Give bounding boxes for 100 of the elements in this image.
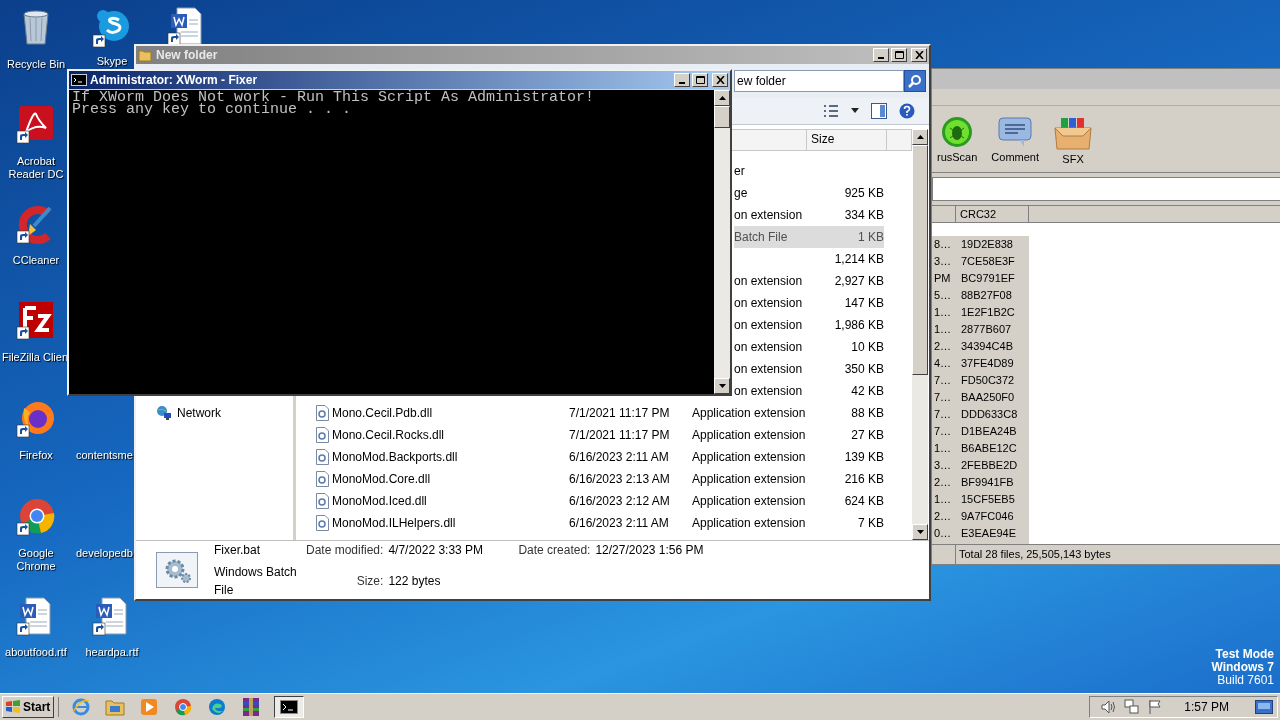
file-row[interactable]: Mono.Cecil.Rocks.dll 7/1/2021 11:17 PM Application extension 27 KB xyxy=(296,424,884,446)
file-row[interactable]: Mono.Cecil.Pdb.dll 7/1/2021 11:17 PM Application extension 88 KB xyxy=(296,402,884,424)
file-icon xyxy=(316,493,329,509)
minimize-button[interactable] xyxy=(873,48,889,62)
maximize-button[interactable] xyxy=(692,73,708,87)
file-row[interactable]: on extension 350 KB xyxy=(734,358,884,380)
table-cell-text: 7/1/2021 11:17 PM xyxy=(569,427,671,444)
table-cell: 7CE58E3F xyxy=(956,253,1029,270)
table-cell: 88B27F08 xyxy=(956,287,1029,304)
file-row[interactable]: on extension 42 KB xyxy=(734,380,884,402)
table-cell-text: Application extension xyxy=(692,515,807,532)
start-button[interactable]: Start xyxy=(2,696,54,718)
file-row[interactable]: on extension 147 KB xyxy=(734,292,884,314)
desktop-icon-label[interactable]: developedb xyxy=(76,547,133,560)
file-row[interactable]: on extension 10 KB xyxy=(734,336,884,358)
show-desktop-icon[interactable] xyxy=(1255,700,1273,714)
desktop-icon-label[interactable]: Skype xyxy=(96,55,128,68)
table-cell-text: Batch File xyxy=(734,229,789,246)
close-button[interactable] xyxy=(911,48,927,62)
table-cell: BF9941FB xyxy=(956,474,1029,491)
file-icon xyxy=(316,405,329,421)
table-cell-text: 216 KB xyxy=(843,471,884,488)
nav-item[interactable]: Network xyxy=(156,405,293,421)
desktop-icon-label[interactable]: Acrobat Reader DC xyxy=(4,155,68,181)
path-field[interactable] xyxy=(932,177,1280,201)
desktop-icon-label[interactable]: FileZilla Clien xyxy=(2,351,69,364)
search-button[interactable] xyxy=(904,69,926,92)
help-icon[interactable] xyxy=(899,102,915,119)
table-cell: 15CF5EB5 xyxy=(956,491,1029,508)
file-name: Fixer.bat xyxy=(214,542,262,559)
column-header[interactable]: CRC32 xyxy=(956,206,1029,222)
view-list-icon[interactable] xyxy=(823,103,839,118)
table-cell-text: 2,927 KB xyxy=(833,273,884,290)
network-icon[interactable] xyxy=(1124,699,1141,715)
table-cell: 8… xyxy=(932,236,956,253)
toolbar-button[interactable]: Comment xyxy=(991,116,1040,164)
close-button[interactable] xyxy=(712,73,728,87)
table-cell: 7… xyxy=(932,406,956,423)
browser-icon xyxy=(173,698,192,716)
table-cell-text: 42 KB xyxy=(850,383,884,400)
table-cell-text: 1,986 KB xyxy=(833,317,884,334)
table-cell-text: on extension xyxy=(734,383,804,400)
preview-pane-icon[interactable] xyxy=(871,102,887,119)
window-title: New folder xyxy=(156,47,219,64)
field-value: 12/27/2023 1:56 PM xyxy=(594,542,704,559)
scrollbar[interactable] xyxy=(912,129,928,540)
file-row[interactable]: on extension 334 KB xyxy=(734,204,884,226)
desktop-icon-label[interactable]: CCleaner xyxy=(12,254,60,267)
scroll-up-button[interactable] xyxy=(714,90,730,106)
toolbar-button[interactable]: SFX xyxy=(1053,116,1094,166)
table-cell: D1BEA24B xyxy=(956,423,1029,440)
flag-icon[interactable] xyxy=(1148,699,1163,715)
desktop-icon-label[interactable]: heardpa.rtf xyxy=(85,646,139,659)
taskbar-button[interactable] xyxy=(274,696,304,718)
file-row[interactable]: Batch File 1 KB xyxy=(734,226,884,248)
table-cell-text: Application extension xyxy=(692,449,807,466)
caret-icon[interactable] xyxy=(851,108,859,114)
scroll-down-button[interactable] xyxy=(714,378,730,394)
table-cell-text: 6/16/2023 2:12 AM xyxy=(569,493,671,510)
table-cell: 1… xyxy=(932,321,956,338)
desktop-icon-label[interactable]: Recycle Bin xyxy=(6,58,66,71)
maximize-button[interactable] xyxy=(891,48,907,62)
minimize-button[interactable] xyxy=(674,73,690,87)
scroll-down-button[interactable] xyxy=(912,524,928,540)
file-row[interactable]: MonoMod.Backports.dll 6/16/2023 2:11 AM Application extension 139 KB xyxy=(296,446,884,468)
table-cell-text: on extension xyxy=(734,361,804,378)
pdf-app-icon xyxy=(16,104,56,144)
scroll-thumb[interactable] xyxy=(912,145,928,375)
file-row[interactable]: MonoMod.ILHelpers.dll 6/16/2023 2:11 AM Application extension 7 KB xyxy=(296,512,884,534)
address-field[interactable]: ew folder xyxy=(734,69,904,92)
maximize-icon xyxy=(894,51,904,59)
clock[interactable]: 1:57 PM xyxy=(1184,698,1229,716)
desktop-icon-label[interactable]: contentsme xyxy=(76,449,133,462)
desktop-icon-label[interactable]: Firefox xyxy=(19,449,53,462)
close-icon xyxy=(914,51,924,59)
table-cell-text: MonoMod.Iced.dll xyxy=(332,493,427,510)
table-cell-text: 27 KB xyxy=(850,427,884,444)
file-row[interactable]: MonoMod.Iced.dll 6/16/2023 2:12 AM Application extension 624 KB xyxy=(296,490,884,512)
column-header[interactable] xyxy=(729,129,807,151)
table-cell-text: 10 KB xyxy=(850,339,884,356)
table-cell-text: on extension xyxy=(734,207,804,224)
toolbar-button[interactable]: rusScan xyxy=(937,116,978,164)
file-row[interactable]: MonoMod.Core.dll 6/16/2023 2:13 AM Application extension 216 KB xyxy=(296,468,884,490)
file-row[interactable]: on extension 2,927 KB xyxy=(734,270,884,292)
scroll-thumb[interactable] xyxy=(714,106,730,128)
file-row[interactable]: er xyxy=(734,160,884,182)
file-row[interactable]: 1,214 KB xyxy=(734,248,884,270)
column-header[interactable]: Size xyxy=(807,129,887,151)
scrollbar[interactable] xyxy=(714,90,730,394)
table-cell: 3… xyxy=(932,253,956,270)
file-row[interactable]: ge 925 KB xyxy=(734,182,884,204)
speaker-icon[interactable] xyxy=(1100,699,1117,715)
table-cell-text: Mono.Cecil.Pdb.dll xyxy=(332,405,433,422)
table-cell: 1… xyxy=(932,491,956,508)
table-cell: 7… xyxy=(932,423,956,440)
scroll-up-button[interactable] xyxy=(912,129,928,145)
desktop-icon-label[interactable]: Google Chrome xyxy=(4,547,68,573)
file-row[interactable]: on extension 1,986 KB xyxy=(734,314,884,336)
table-cell: PM xyxy=(932,270,956,287)
desktop-icon-label[interactable]: aboutfood.rtf xyxy=(5,646,67,659)
